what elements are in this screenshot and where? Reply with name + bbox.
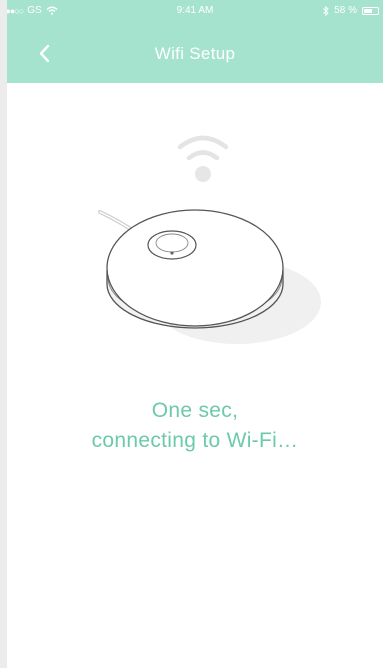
wifi-setup-screen: ●●●○○ GS 9:41 AM 58 %: [7, 0, 383, 668]
connecting-message: One sec, connecting to Wi-Fi…: [7, 396, 383, 456]
battery-icon: [362, 6, 379, 15]
status-bar: ●●●○○ GS 9:41 AM 58 %: [7, 0, 383, 22]
message-line-2: connecting to Wi-Fi…: [91, 429, 299, 452]
round-hub-device: [106, 209, 284, 329]
wifi-signal-icon: [177, 135, 229, 182]
header-bar: ●●●○○ GS 9:41 AM 58 %: [7, 0, 383, 83]
page-title: Wifi Setup: [154, 44, 236, 63]
illustration: [98, 135, 321, 344]
bluetooth-icon: [323, 5, 329, 16]
battery-percent: 58 %: [334, 5, 357, 16]
message-line-1: One sec,: [151, 399, 239, 422]
status-right: 58 %: [323, 5, 379, 16]
battery-fill: [364, 8, 372, 13]
